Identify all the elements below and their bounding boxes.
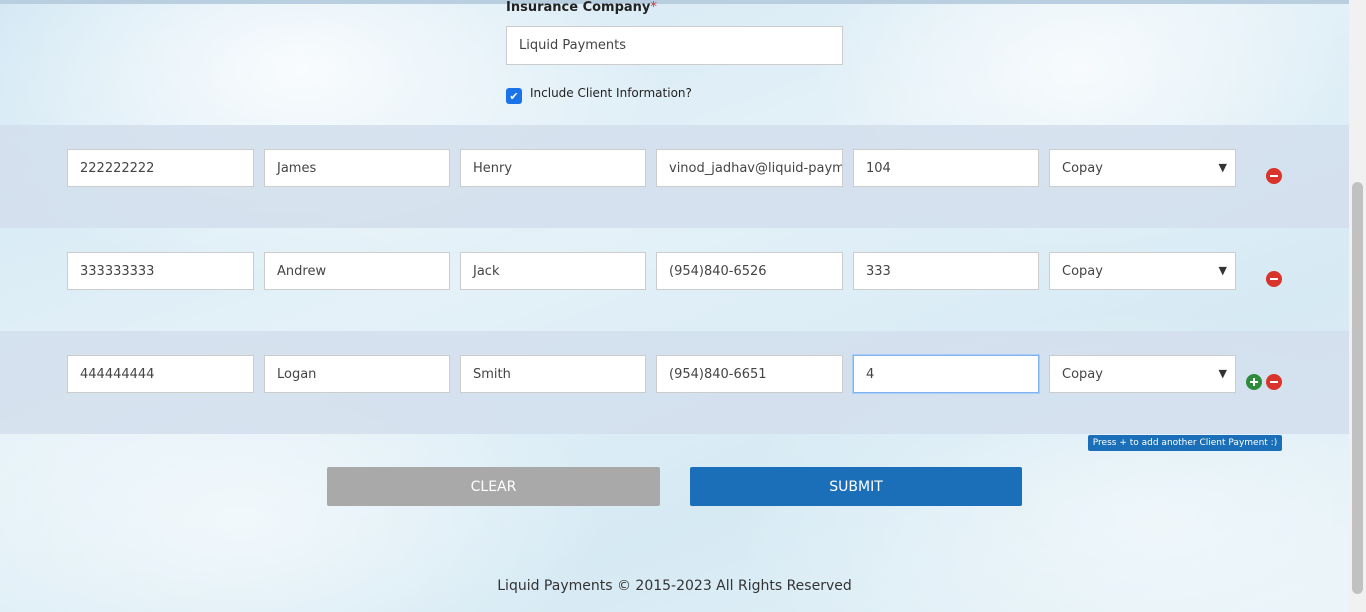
submit-button[interactable]: SUBMIT [690, 467, 1022, 506]
checkmark-icon: ✔ [509, 89, 519, 103]
clear-button[interactable]: CLEAR [327, 467, 660, 506]
amount-input[interactable]: 333 [853, 252, 1039, 290]
top-border [0, 0, 1349, 4]
remove-row-icon[interactable] [1266, 271, 1282, 287]
payment-type-value: Copay [1062, 366, 1103, 382]
add-row-icon[interactable] [1246, 374, 1262, 390]
remove-row-icon[interactable] [1266, 374, 1282, 390]
client-row: 222222222 James Henry vinod_jadhav@liqui… [0, 125, 1349, 228]
first-name-input[interactable]: Andrew [264, 252, 450, 290]
payment-type-value: Copay [1062, 160, 1103, 176]
payment-type-select[interactable]: Copay ▼ [1049, 355, 1236, 393]
contact-input[interactable]: (954)840-6651 [656, 355, 843, 393]
contact-input[interactable]: vinod_jadhav@liquid-payments.com [656, 149, 843, 187]
add-payment-tooltip: Press + to add another Client Payment :) [1088, 435, 1282, 451]
client-row: 444444444 Logan Smith (954)840-6651 4 Co… [0, 331, 1349, 434]
required-mark: * [650, 0, 657, 15]
insurance-company-label: Insurance Company* [506, 0, 657, 15]
amount-input[interactable]: 4 [853, 355, 1039, 393]
payment-type-select[interactable]: Copay ▼ [1049, 149, 1236, 187]
payment-type-select[interactable]: Copay ▼ [1049, 252, 1236, 290]
footer-copyright: Liquid Payments © 2015-2023 All Rights R… [497, 578, 852, 594]
amount-input[interactable]: 104 [853, 149, 1039, 187]
remove-row-icon[interactable] [1266, 168, 1282, 184]
last-name-input[interactable]: Jack [460, 252, 646, 290]
client-id-input[interactable]: 444444444 [67, 355, 254, 393]
chevron-down-icon: ▼ [1218, 264, 1227, 277]
scrollbar-thumb[interactable] [1352, 182, 1363, 594]
include-client-label: Include Client Information? [530, 86, 692, 100]
last-name-input[interactable]: Smith [460, 355, 646, 393]
first-name-input[interactable]: James [264, 149, 450, 187]
client-id-input[interactable]: 333333333 [67, 252, 254, 290]
insurance-company-value: Liquid Payments [519, 38, 627, 53]
last-name-input[interactable]: Henry [460, 149, 646, 187]
chevron-down-icon: ▼ [1218, 161, 1227, 174]
insurance-company-input[interactable]: Liquid Payments [506, 26, 843, 65]
first-name-input[interactable]: Logan [264, 355, 450, 393]
contact-input[interactable]: (954)840-6526 [656, 252, 843, 290]
payment-type-value: Copay [1062, 263, 1103, 279]
client-id-input[interactable]: 222222222 [67, 149, 254, 187]
include-client-checkbox[interactable]: ✔ [506, 88, 522, 104]
chevron-down-icon: ▼ [1218, 367, 1227, 380]
client-row: 333333333 Andrew Jack (954)840-6526 333 … [0, 228, 1349, 331]
